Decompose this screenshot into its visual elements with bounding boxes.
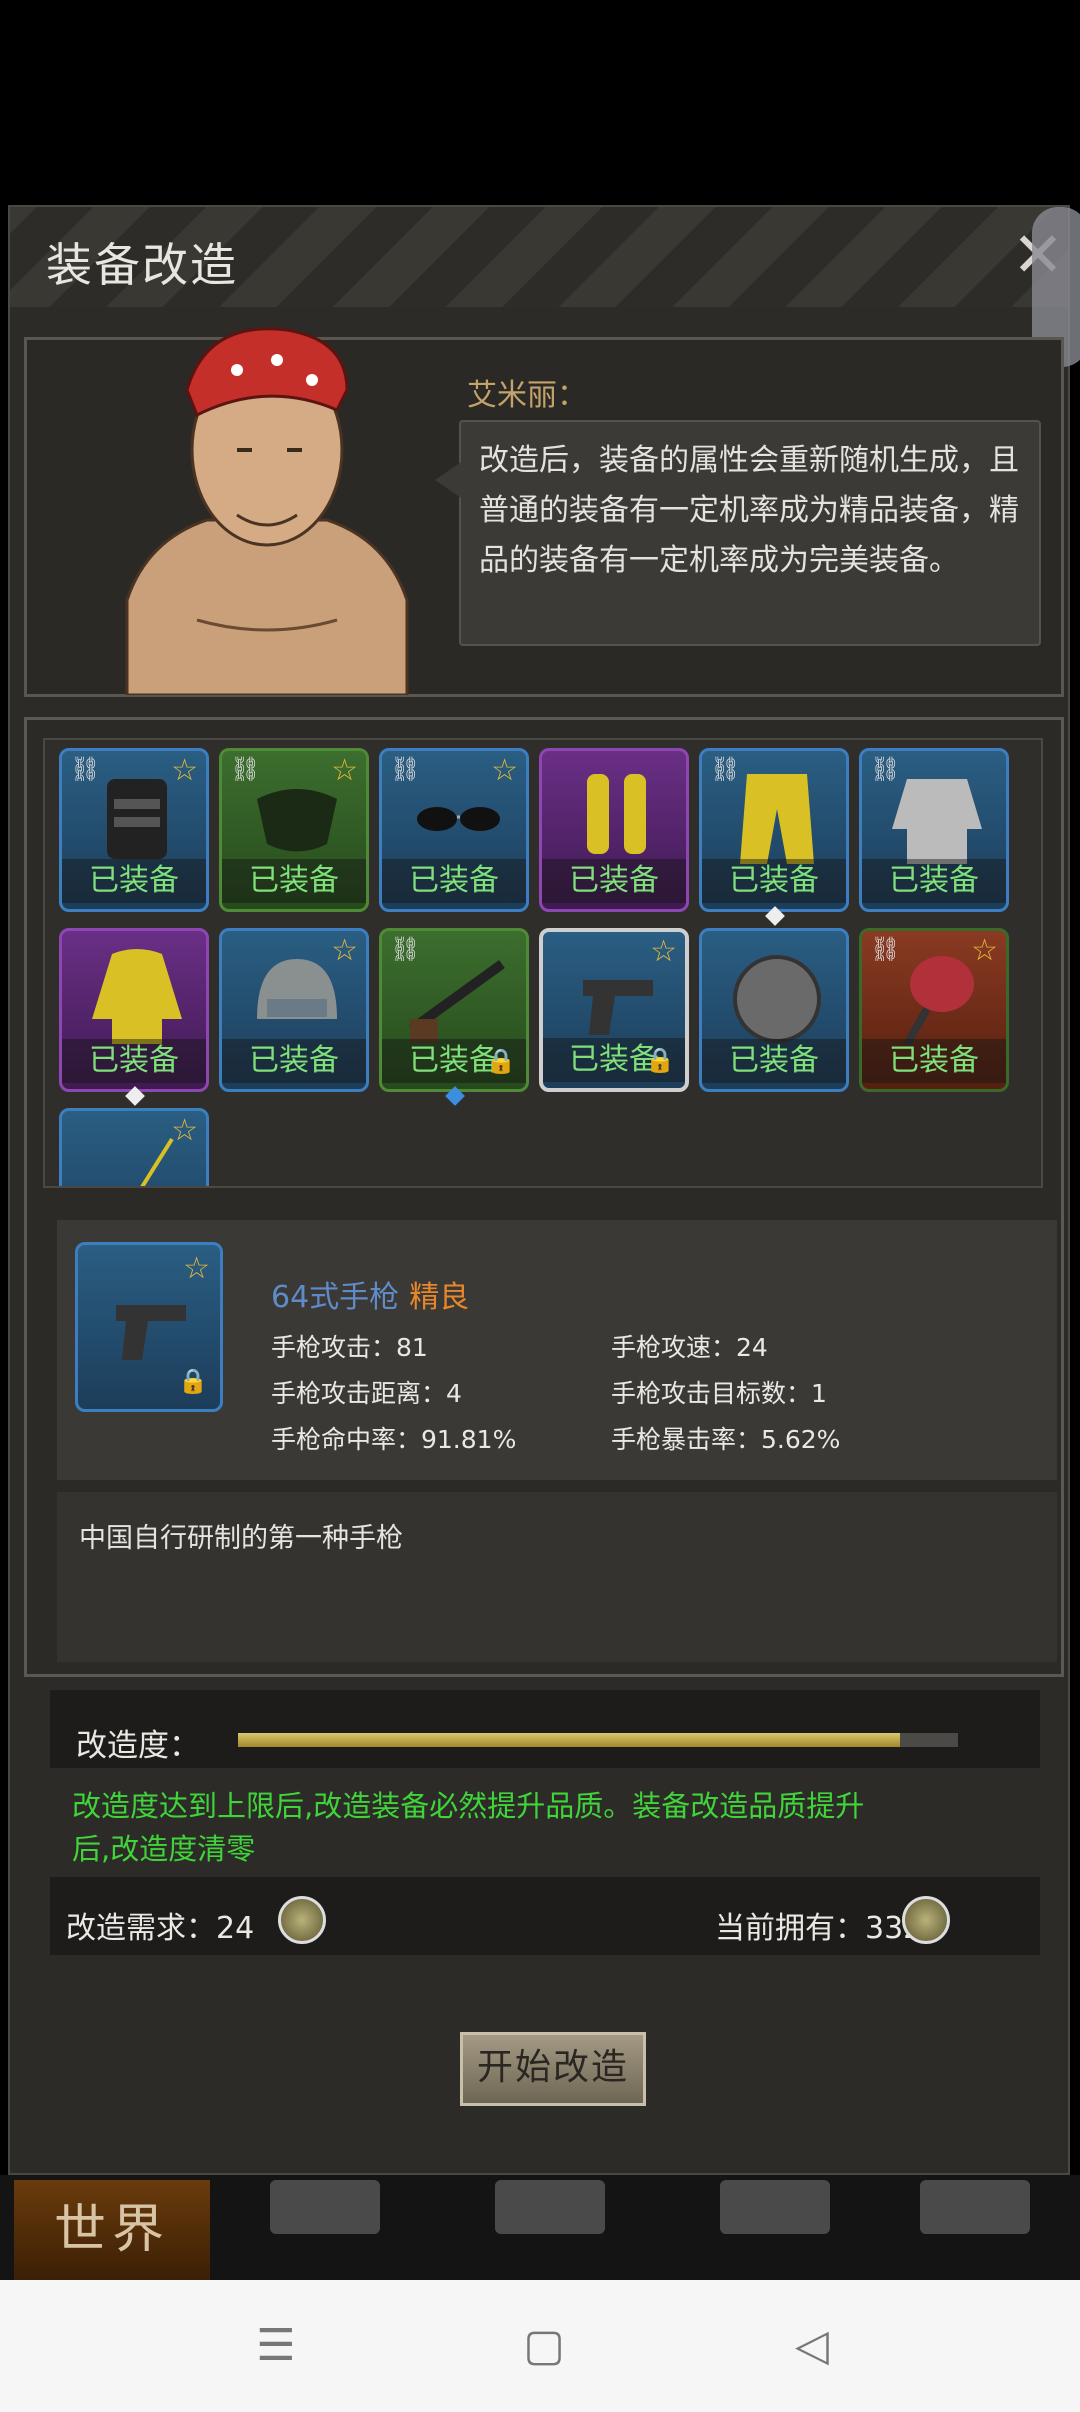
lock-icon: 🔒 — [486, 1047, 516, 1075]
tactical-vest-icon — [107, 779, 167, 859]
title-bar: 装备改造 ✕ — [10, 207, 1068, 307]
slot-mask[interactable]: ⛓ ☆ 已装备 — [219, 748, 369, 912]
world-tab[interactable]: 世界 — [14, 2180, 210, 2280]
slot-pants[interactable]: ⛓ 已装备 — [699, 748, 849, 926]
owned-label: 当前拥有：332 — [715, 1911, 923, 1946]
npc-panel: 艾米丽： 改造后，装备的属性会重新随机生成，且普通的装备有一定机率成为精品装备，… — [24, 327, 1064, 697]
pistol-icon — [583, 980, 653, 1035]
helmet-icon — [257, 959, 337, 1019]
refine-progress-fill — [238, 1733, 901, 1747]
equipped-label: 已装备 — [862, 1039, 1006, 1083]
description-box: 中国自行研制的第一种手枪 — [57, 1492, 1057, 1662]
lock-icon: 🔒 — [178, 1367, 208, 1395]
lock-icon: 🔒 — [645, 1046, 675, 1074]
npc-portrait — [125, 327, 409, 695]
equipped-label: 已装备 — [542, 859, 686, 903]
coin-icon — [278, 1896, 326, 1944]
coin-icon — [902, 1896, 950, 1944]
dialog-title: 装备改造 — [46, 238, 238, 292]
speech-bubble: 改造后，装备的属性会重新随机生成，且普通的装备有一定机率成为精品装备，精品的装备… — [435, 420, 1041, 646]
item-description: 中国自行研制的第一种手枪 — [79, 1523, 403, 1554]
slot-pistol[interactable]: ☆ 已装备 🔒 — [539, 928, 689, 1092]
mask-icon — [257, 789, 337, 852]
slot-shirt[interactable]: ⛓ 已装备 — [859, 748, 1009, 912]
slot-shotgun[interactable]: ⛓ 已装备 🔒 — [379, 928, 529, 1106]
shop-icon[interactable] — [720, 2180, 830, 2234]
menu-icon[interactable]: ☰ — [246, 2316, 306, 2376]
slot-jacket[interactable]: 已装备 — [59, 928, 209, 1106]
slot-sunglasses[interactable]: ⛓ ☆ 已装备 — [379, 748, 529, 912]
npc-name: 艾米丽： — [467, 378, 587, 413]
selected-item-icon: ☆ 🔒 — [75, 1242, 223, 1412]
slot-pan[interactable]: ⛓ ☆ 已装备 — [859, 928, 1009, 1092]
home-icon[interactable]: ▢ — [514, 2316, 574, 2376]
shield-icon — [733, 955, 821, 1043]
sunglasses-icon — [417, 807, 500, 831]
equipment-grid: ⛓ ☆ 已装备 ⛓ ☆ 已装备 ⛓ ☆ 已装备 已装备 ⛓ 已装备 ⛓ 已装备 … — [43, 738, 1043, 1188]
equipment-refine-dialog: 装备改造 ✕ 艾米丽： 改造后，装备的属性会重新随机生成，且普通的装备有一定机率… — [8, 205, 1080, 2175]
stat-range: 手枪攻击距离：4 — [271, 1379, 462, 1408]
item-quality: 精良 — [409, 1280, 470, 1315]
equipment-panel: ⛓ ☆ 已装备 ⛓ ☆ 已装备 ⛓ ☆ 已装备 已装备 ⛓ 已装备 ⛓ 已装备 … — [24, 717, 1064, 1677]
item-name-text: 64式手枪 — [271, 1280, 400, 1315]
slot-tactical-vest[interactable]: ⛓ ☆ 已装备 — [59, 748, 209, 912]
shirt-icon — [892, 779, 982, 864]
equipped-label: 已装备 — [62, 859, 206, 903]
refine-note: 改造度达到上限后,改造装备必然提升品质。装备改造品质提升后,改造度清零 — [72, 1789, 865, 1866]
pan-icon — [903, 956, 974, 1046]
jacket-icon — [92, 949, 182, 1044]
boots-icon — [587, 774, 646, 854]
equipped-label: 已装备 — [222, 859, 366, 903]
equipped-label: 已装备 — [702, 1039, 846, 1083]
item-name: 64式手枪 精良 — [271, 1272, 469, 1316]
refine-progress-bar — [238, 1733, 958, 1747]
cost-label: 改造需求：24 — [66, 1911, 255, 1946]
gem-icon — [445, 1086, 465, 1106]
start-refine-button[interactable]: 开始改造 — [460, 2032, 646, 2106]
stat-targets: 手枪攻击目标数：1 — [611, 1379, 827, 1408]
equipped-label: 已装备 — [382, 859, 526, 903]
slot-boots[interactable]: 已装备 — [539, 748, 689, 912]
slot-shield[interactable]: 已装备 — [699, 928, 849, 1092]
equipped-label: 已装备 — [702, 859, 846, 903]
stat-crit-rate: 手枪暴击率：5.62% — [611, 1425, 841, 1454]
gem-icon — [765, 906, 785, 926]
stick-icon — [140, 1137, 174, 1186]
pants-icon — [740, 774, 814, 864]
stat-attack: 手枪攻击：81 — [271, 1333, 428, 1362]
slot-helmet[interactable]: ☆ 已装备 — [219, 928, 369, 1092]
backpack-icon[interactable] — [270, 2180, 380, 2234]
refine-label: 改造度： — [76, 1728, 200, 1764]
pistol-icon — [116, 1305, 186, 1360]
shotgun-icon — [409, 959, 505, 1043]
equipped-label: 已装备 — [222, 1039, 366, 1083]
gem-icon — [125, 1086, 145, 1106]
vehicle-icon[interactable] — [920, 2180, 1030, 2234]
status-area — [0, 0, 1080, 205]
equipped-label: 已装备 — [862, 859, 1006, 903]
equipped-label: 已装备 — [62, 1039, 206, 1083]
back-icon[interactable]: ◁ — [782, 2316, 842, 2376]
stat-speed: 手枪攻速：24 — [611, 1333, 768, 1362]
character-icon[interactable] — [495, 2180, 605, 2234]
slot-stick[interactable]: ☆ — [59, 1108, 209, 1186]
stat-hit-rate: 手枪命中率：91.81% — [271, 1425, 517, 1454]
